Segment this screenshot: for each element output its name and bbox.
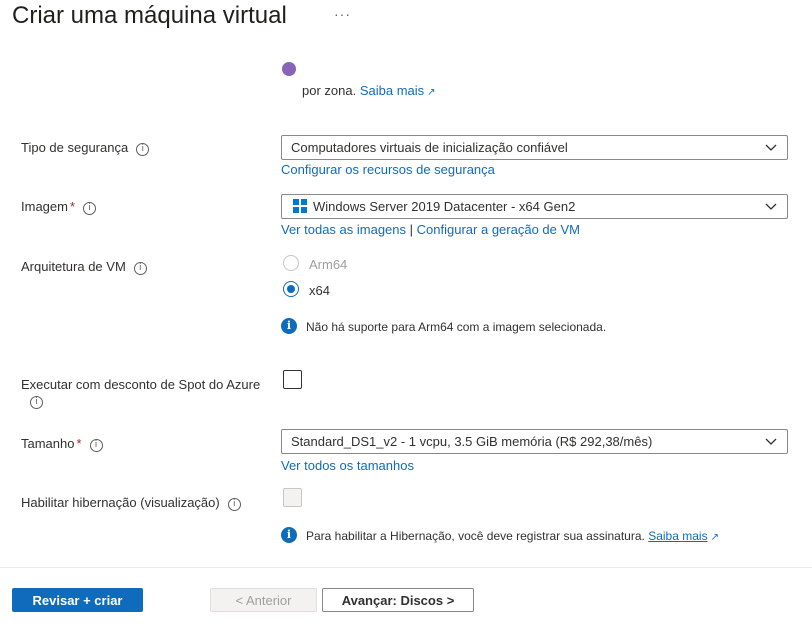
info-icon[interactable]: i xyxy=(136,143,150,156)
architecture-note: Não há suporte para Arm64 com a imagem s… xyxy=(306,320,607,334)
windows-logo-icon xyxy=(293,199,307,213)
review-create-button[interactable]: Revisar + criar xyxy=(12,588,143,612)
view-all-sizes-link[interactable]: Ver todos os tamanhos xyxy=(281,458,414,473)
link-separator: | xyxy=(409,222,414,237)
chevron-down-icon xyxy=(765,203,777,210)
size-label-text: Tamanho xyxy=(21,436,75,451)
size-value: Standard_DS1_v2 - 1 vcpu, 3.5 GiB memóri… xyxy=(291,434,653,449)
more-options-button[interactable]: ··· xyxy=(334,6,351,22)
hibernation-note-text: Para habilitar a Hibernação, você deve r… xyxy=(306,529,645,543)
external-link-icon: ↗ xyxy=(427,87,436,98)
vm-architecture-label-text: Arquitetura de VM xyxy=(21,259,126,274)
vm-architecture-label: Arquitetura de VM i xyxy=(21,259,147,275)
chevron-down-icon xyxy=(765,144,777,151)
hibernation-checkbox[interactable] xyxy=(283,488,302,507)
security-type-dropdown[interactable]: Computadores virtuais de inicialização c… xyxy=(281,135,788,160)
info-icon[interactable]: i xyxy=(83,202,97,215)
info-icon[interactable]: i xyxy=(30,396,43,409)
hibernation-label: Habilitar hibernação (visualização) i xyxy=(21,495,241,511)
view-all-images-link[interactable]: Ver todas as imagens xyxy=(281,222,406,237)
image-dropdown[interactable]: Windows Server 2019 Datacenter - x64 Gen… xyxy=(281,194,788,219)
radio-arm64-label: Arm64 xyxy=(309,257,348,272)
info-icon[interactable]: i xyxy=(227,498,241,511)
page-title: Criar uma máquina virtual xyxy=(12,2,287,29)
hibernation-learn-more-link[interactable]: Saiba mais xyxy=(648,529,707,543)
hibernation-note: Para habilitar a Hibernação, você deve r… xyxy=(306,529,719,543)
info-filled-icon: i xyxy=(281,318,297,334)
info-icon[interactable]: i xyxy=(89,439,103,452)
availability-radio-partial[interactable] xyxy=(282,62,296,76)
chevron-down-icon xyxy=(765,438,777,445)
info-filled-icon: i xyxy=(281,527,297,543)
next-disks-button[interactable]: Avançar: Discos > xyxy=(322,588,474,612)
image-label: Imagem * i xyxy=(21,199,97,215)
spot-checkbox[interactable] xyxy=(283,370,302,389)
configure-security-link[interactable]: Configurar os recursos de segurança xyxy=(281,162,495,177)
image-value: Windows Server 2019 Datacenter - x64 Gen… xyxy=(313,199,576,214)
spot-label: Executar com desconto de Spot do Azure xyxy=(21,377,261,392)
required-marker: * xyxy=(76,436,82,451)
configure-vm-generation-link[interactable]: Configurar a geração de VM xyxy=(417,222,580,237)
external-link-icon: ↗ xyxy=(710,532,719,543)
required-marker: * xyxy=(69,199,76,214)
availability-learn-more-link[interactable]: Saiba mais xyxy=(360,83,424,98)
security-type-label-text: Tipo de segurança xyxy=(21,140,129,155)
availability-note: por zona. Saiba mais ↗ xyxy=(302,83,436,98)
image-links: Ver todas as imagens | Configurar a gera… xyxy=(281,222,580,237)
security-type-value: Computadores virtuais de inicialização c… xyxy=(291,140,568,155)
security-type-label: Tipo de segurança i xyxy=(21,140,150,156)
radio-arm64[interactable] xyxy=(283,255,299,271)
availability-text-partial xyxy=(310,66,390,74)
radio-x64[interactable] xyxy=(283,281,299,297)
info-icon[interactable]: i xyxy=(133,262,147,275)
size-dropdown[interactable]: Standard_DS1_v2 - 1 vcpu, 3.5 GiB memóri… xyxy=(281,429,788,454)
size-label: Tamanho * i xyxy=(21,436,103,452)
availability-text: por zona. xyxy=(302,83,357,98)
image-label-text: Imagem xyxy=(21,199,68,214)
footer-divider xyxy=(0,567,812,568)
hibernation-label-text: Habilitar hibernação (visualização) xyxy=(21,495,220,510)
previous-button[interactable]: < Anterior xyxy=(210,588,317,612)
radio-x64-label: x64 xyxy=(309,283,330,298)
